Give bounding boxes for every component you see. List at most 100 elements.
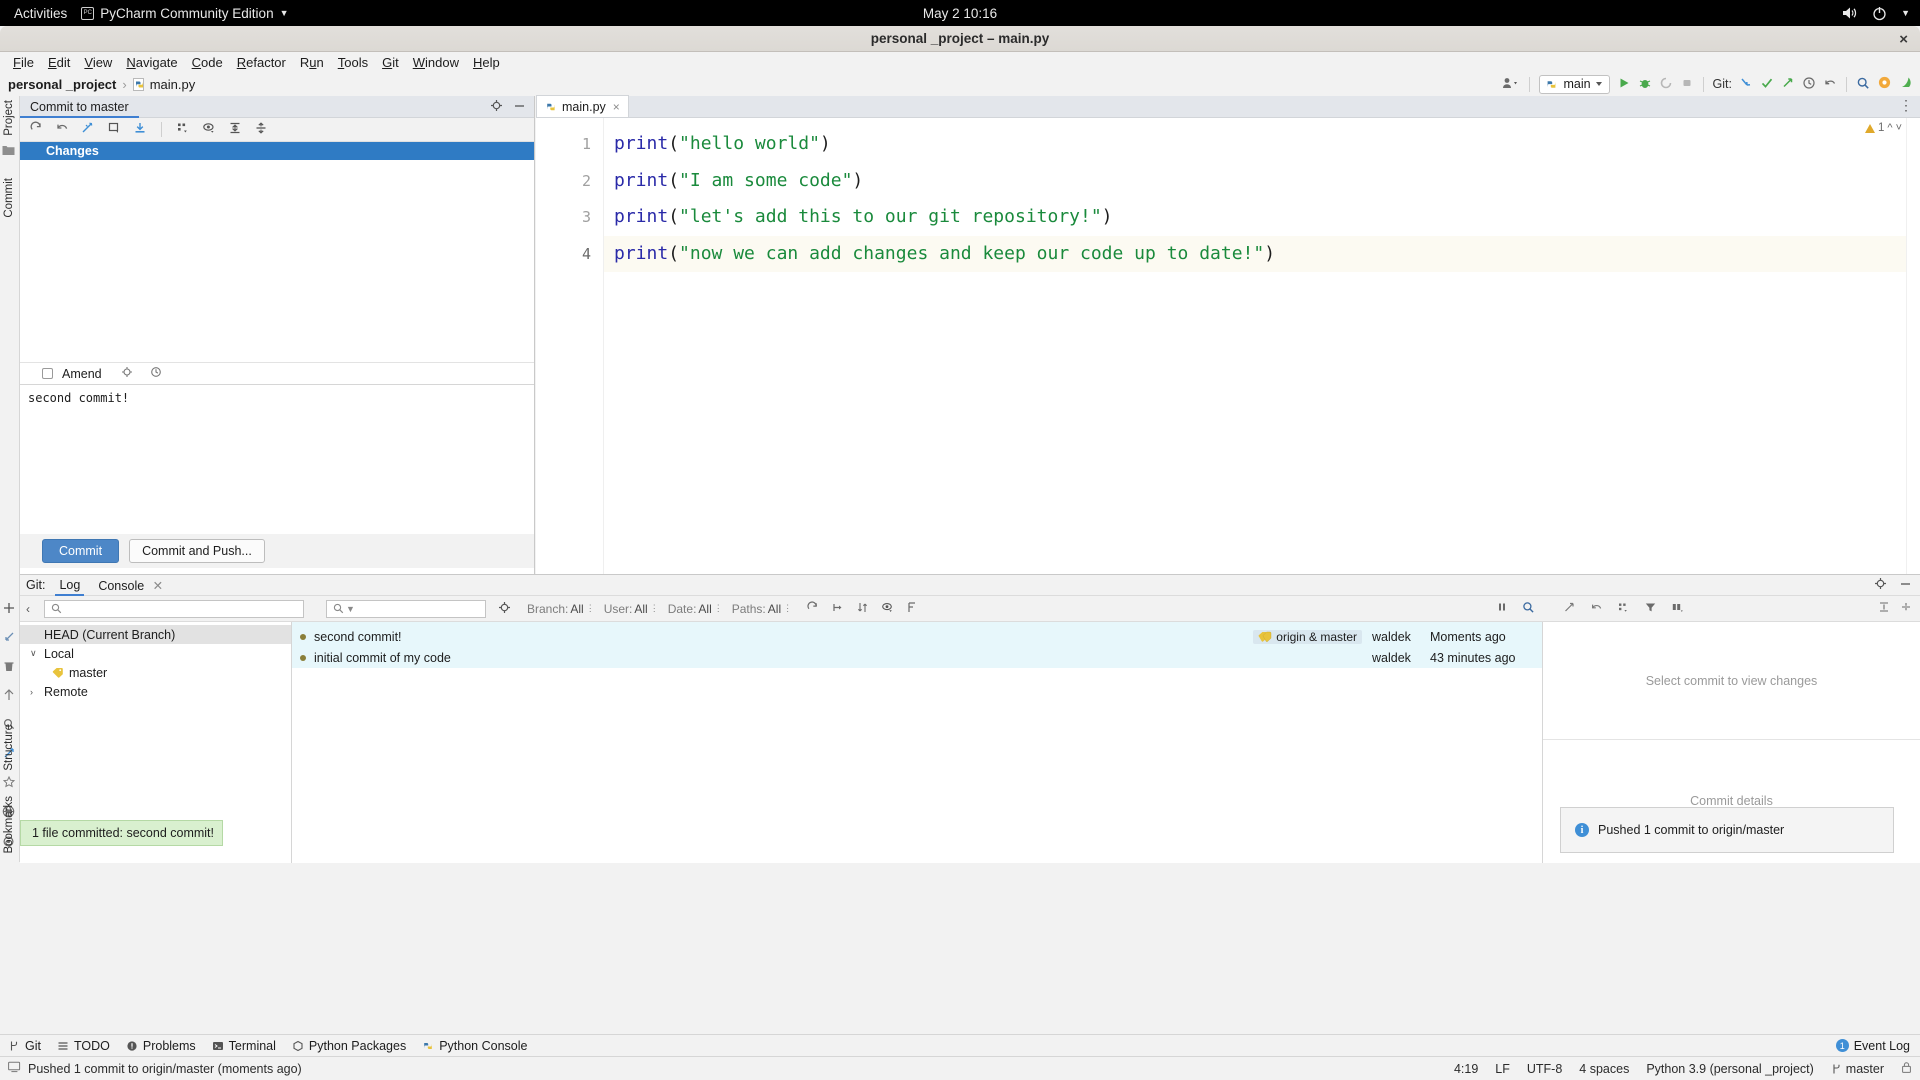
changes-section-header[interactable]: Changes [20, 142, 534, 160]
refresh-icon[interactable] [29, 121, 43, 138]
close-icon[interactable]: × [613, 100, 620, 114]
update-icon[interactable] [133, 121, 147, 138]
menu-refactor[interactable]: Refactor [230, 54, 293, 71]
group-by-icon[interactable] [176, 121, 190, 138]
editor-tabstrip-menu[interactable]: ⋮ [1899, 97, 1913, 114]
activities-button[interactable]: Activities [0, 6, 81, 21]
gear-icon[interactable] [490, 99, 503, 115]
add-icon[interactable] [3, 602, 15, 617]
revert-icon[interactable] [1563, 601, 1576, 617]
status-message[interactable]: Pushed 1 commit to origin/master (moment… [28, 1062, 302, 1076]
table-row[interactable]: initial commit of my code waldek 43 minu… [292, 647, 1542, 668]
tool-button-todo[interactable]: TODO [57, 1039, 110, 1053]
folder-icon[interactable] [2, 144, 15, 159]
volume-icon[interactable] [1842, 6, 1858, 20]
branch-filter-input[interactable] [44, 599, 304, 618]
chevron-down-icon[interactable]: ▼ [346, 604, 355, 614]
settings-gear-icon[interactable] [1877, 75, 1892, 93]
person-dropdown-icon[interactable] [1502, 76, 1520, 93]
search-everywhere-icon[interactable] [1856, 76, 1870, 93]
tab-log[interactable]: Log [55, 575, 85, 596]
filter-date[interactable]: Date: All ⋮ [668, 602, 723, 616]
menu-view[interactable]: View [77, 54, 119, 71]
gnome-system-menu[interactable]: ▼ [1842, 6, 1910, 21]
chevron-up-icon[interactable]: ^ [1887, 122, 1892, 134]
branch-tree-item-head[interactable]: HEAD (Current Branch) [20, 625, 291, 644]
tab-console[interactable]: Console ✕ [94, 578, 167, 593]
amend-checkbox[interactable] [42, 368, 53, 379]
filter-branch[interactable]: Branch: All ⋮ [527, 602, 595, 616]
show-diff-icon[interactable] [107, 121, 121, 138]
chevron-down-icon[interactable]: ▼ [1901, 8, 1910, 18]
code-line[interactable]: print("let's add this to our git reposit… [604, 199, 1920, 236]
tool-button-python-console[interactable]: Python Console [422, 1039, 527, 1053]
menu-window[interactable]: Window [406, 54, 466, 71]
collapse-icon[interactable] [1900, 601, 1912, 616]
close-icon[interactable]: ✕ [153, 579, 163, 593]
sidebar-item-structure[interactable]: Structure [3, 724, 15, 771]
menu-tools[interactable]: Tools [331, 54, 375, 71]
tree-arrow-right-icon[interactable]: › [30, 687, 39, 697]
coverage-button[interactable] [1659, 76, 1673, 93]
undo-icon[interactable] [1590, 601, 1603, 617]
inspection-status[interactable]: 1 ^ ˅ [1864, 122, 1902, 134]
menu-navigate[interactable]: Navigate [119, 54, 184, 71]
window-close-button[interactable]: × [1899, 26, 1908, 52]
favorite-star-icon[interactable] [2, 775, 15, 791]
merge-icon[interactable] [3, 689, 15, 704]
table-row[interactable]: second commit! origin & master waldek Mo… [292, 626, 1542, 647]
expand-icon[interactable] [1878, 601, 1890, 616]
checkout-icon[interactable] [3, 631, 15, 646]
git-commit-icon[interactable] [1760, 76, 1774, 93]
collapse-all-icon[interactable] [254, 121, 268, 138]
log-settings-icon[interactable] [498, 601, 511, 617]
diff-icon[interactable] [81, 121, 95, 138]
preview-icon[interactable] [202, 121, 216, 138]
code-line[interactable]: print("now we can add changes and keep o… [604, 235, 1920, 272]
log-search-input[interactable]: ▼ [326, 599, 486, 618]
tool-button-problems[interactable]: Problems [126, 1039, 196, 1053]
filter-icon[interactable] [1644, 601, 1657, 617]
sidebar-item-commit[interactable]: Commit [3, 178, 17, 218]
filter-user[interactable]: User: All ⋮ [604, 602, 659, 616]
menu-run[interactable]: Run [293, 54, 331, 71]
menu-help[interactable]: Help [466, 54, 507, 71]
commit-list[interactable]: second commit! origin & master waldek Mo… [292, 622, 1542, 863]
pause-icon[interactable] [1496, 601, 1508, 616]
run-configuration-selector[interactable]: main [1539, 74, 1610, 94]
refresh-icon[interactable] [806, 600, 819, 617]
lock-icon[interactable] [1901, 1061, 1912, 1077]
stop-button[interactable] [1680, 76, 1694, 93]
group-icon[interactable] [1617, 601, 1630, 617]
sidebar-item-project[interactable]: Project [3, 100, 17, 136]
history-icon[interactable] [150, 366, 162, 381]
intellisort-icon[interactable] [906, 601, 919, 617]
menu-file[interactable]: File [6, 54, 41, 71]
branch-tree-item-master[interactable]: master [20, 663, 291, 682]
menu-git[interactable]: Git [375, 54, 406, 71]
commit-button[interactable]: Commit [42, 539, 120, 563]
editor-scrollbar[interactable] [1906, 118, 1920, 574]
search-icon[interactable] [1522, 601, 1535, 617]
caret-position[interactable]: 4:19 [1454, 1062, 1478, 1076]
commit-ref-chip[interactable]: origin & master [1253, 629, 1362, 644]
commit-and-push-button[interactable]: Commit and Push... [129, 539, 265, 563]
expand-all-icon[interactable] [228, 121, 242, 138]
menu-code[interactable]: Code [185, 54, 230, 71]
tool-button-python-packages[interactable]: Python Packages [292, 1039, 406, 1053]
collapse-graph-icon[interactable] [831, 601, 844, 617]
menu-edit[interactable]: Edit [41, 54, 77, 71]
delete-icon[interactable] [3, 660, 15, 675]
undo-icon[interactable] [1823, 76, 1837, 93]
tab-main-py[interactable]: main.py × [536, 95, 629, 117]
branch-tree-item-remote[interactable]: › Remote [20, 682, 291, 701]
indent-setting[interactable]: 4 spaces [1579, 1062, 1629, 1076]
code-editor[interactable]: 1 2 3 4 print("hello world") print("I am… [536, 118, 1920, 574]
code-line[interactable]: print("I am some code") [604, 163, 1920, 200]
file-encoding[interactable]: UTF-8 [1527, 1062, 1562, 1076]
notification-toast[interactable]: i Pushed 1 commit to origin/master [1560, 807, 1894, 853]
python-interpreter[interactable]: Python 3.9 (personal _project) [1646, 1062, 1813, 1076]
gear-icon[interactable] [121, 366, 133, 381]
breadcrumb-file[interactable]: main.py [132, 77, 195, 92]
debug-button[interactable] [1638, 76, 1652, 93]
